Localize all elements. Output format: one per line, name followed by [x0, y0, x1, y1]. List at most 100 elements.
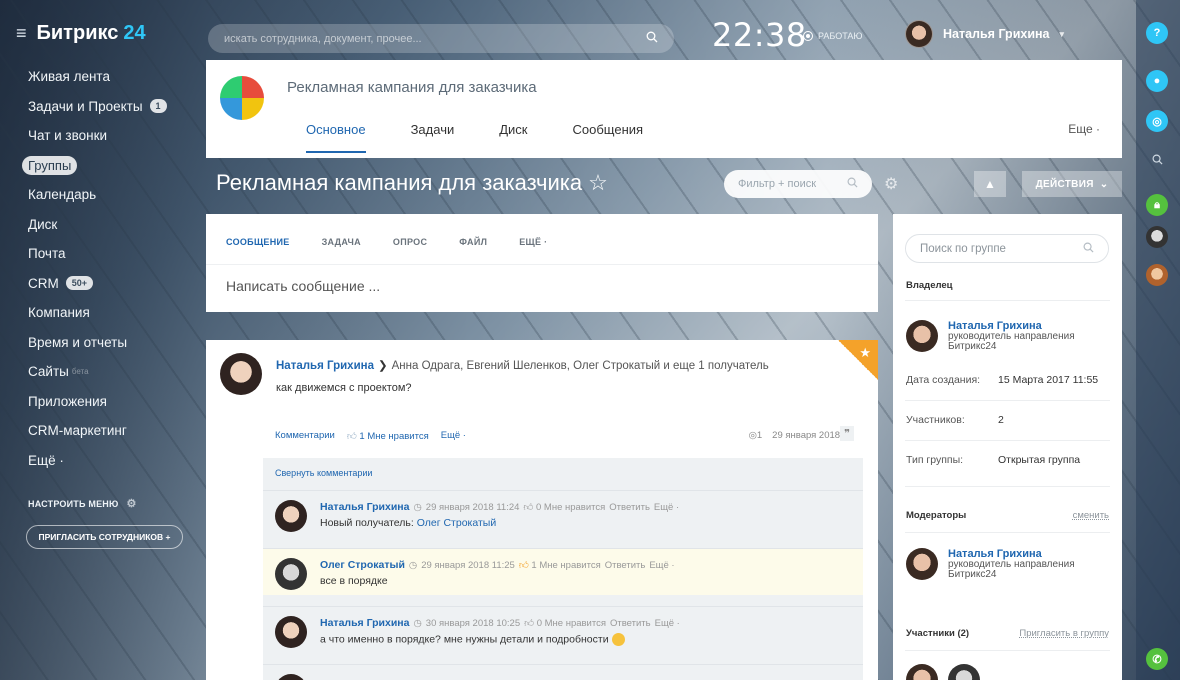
search-icon[interactable] — [1146, 148, 1168, 170]
post-date: 29 января 2018 1 — [772, 430, 848, 441]
like-button[interactable]: 👍︎ 1 Мне нравится — [347, 430, 429, 442]
bell-icon: ▲ — [984, 177, 996, 191]
beta-badge: бета — [71, 367, 89, 377]
avatar[interactable] — [220, 353, 262, 395]
group-title: Рекламная кампания для заказчика — [287, 79, 537, 96]
favorite-corner[interactable] — [838, 340, 878, 380]
avatar[interactable] — [275, 616, 307, 648]
comment-date: 29 января 2018 11:25 — [421, 559, 515, 571]
filter-search-input[interactable]: Фильтр + поиск — [724, 170, 872, 198]
created-row: Дата создания: 15 Марта 2017 11:55 — [906, 374, 1099, 386]
comment-author[interactable]: Олег Строкатый — [320, 559, 405, 571]
more-tabs-button[interactable]: Еще · — [1068, 122, 1100, 136]
change-moderators-link[interactable]: сменить — [1073, 510, 1109, 521]
tab-disk[interactable]: Диск — [499, 122, 527, 153]
quote-icon[interactable]: ❞ — [840, 426, 854, 441]
tab-message[interactable]: СООБЩЕНИЕ — [226, 237, 290, 247]
avatar — [905, 20, 933, 48]
invite-employees-button[interactable]: ПРИГЛАСИТЬ СОТРУДНИКОВ + — [26, 525, 183, 549]
tab-poll[interactable]: ОПРОС — [393, 237, 427, 247]
phone-icon[interactable]: ✆ — [1146, 648, 1168, 670]
avatar[interactable] — [948, 664, 980, 680]
comment-item: Олег Строкатый ◷ 29 января 2018 11:25 👍︎ … — [263, 548, 863, 595]
sidebar-item-sites[interactable]: Сайты бета — [28, 357, 167, 387]
avatar[interactable] — [906, 548, 938, 580]
sidebar-item-time-reports[interactable]: Время и отчеты — [28, 328, 167, 358]
like-button[interactable]: 👍︎ 0 Мне нравится — [524, 617, 606, 629]
tab-task[interactable]: ЗАДАЧА — [322, 237, 361, 247]
status-icon — [803, 31, 813, 41]
notifications-icon[interactable]: ● — [1146, 70, 1168, 92]
tab-main[interactable]: Основное — [306, 122, 366, 153]
divider — [905, 486, 1110, 487]
invite-to-group-link[interactable]: Пригласить в группу — [1019, 628, 1109, 639]
sidebar-item-calendar[interactable]: Календарь — [28, 180, 167, 210]
lock-icon[interactable]: 🔒︎ — [1146, 194, 1168, 216]
sidebar-item-apps[interactable]: Приложения — [28, 387, 167, 417]
feed-post: ★ Наталья Грихина ❯ Анна Одрага, Евгений Ш… — [206, 340, 878, 680]
configure-menu-button[interactable]: НАСТРОИТЬ МЕНЮ ⚙ — [28, 497, 137, 510]
comment-author[interactable]: Наталья Грихина — [320, 501, 409, 513]
more-button[interactable]: Ещё · — [649, 560, 674, 571]
bell-button[interactable]: ▲ — [974, 171, 1006, 197]
moderator-card: Наталья Грихина руководитель направления… — [906, 548, 1093, 580]
comments-link[interactable]: Комментарии — [275, 430, 335, 442]
avatar[interactable] — [275, 674, 307, 680]
group-search-input[interactable]: Поиск по группе — [905, 234, 1109, 263]
logo[interactable]: ≡ Битрикс 24 — [16, 22, 146, 45]
thumbs-up-icon: 👍︎ — [524, 618, 535, 629]
sidebar-item-crm-marketing[interactable]: CRM-маркетинг — [28, 416, 167, 446]
divider — [905, 650, 1110, 651]
sidebar-item-feed[interactable]: Живая лента — [28, 62, 167, 92]
tab-more[interactable]: ЕЩЁ · — [519, 237, 547, 247]
mention-link[interactable]: Олег Строкатый — [417, 517, 497, 529]
more-button[interactable]: Ещё · — [655, 618, 680, 629]
sidebar-item-tasks[interactable]: Задачи и Проекты 1 — [28, 92, 167, 122]
smile-icon — [611, 633, 625, 646]
user-name: Наталья Грихина — [943, 27, 1050, 41]
avatar[interactable] — [1146, 226, 1168, 248]
avatar[interactable] — [275, 558, 307, 590]
post-author[interactable]: Наталья Грихина — [276, 360, 374, 372]
sidebar-item-crm[interactable]: CRM 50+ — [28, 269, 167, 299]
clock[interactable]: 22:38 — [712, 16, 807, 54]
participants-label: Участники (2) — [906, 628, 970, 639]
sidebar-item-company[interactable]: Компания — [28, 298, 167, 328]
message-input[interactable]: Написать сообщение ... — [226, 278, 380, 294]
sidebar-item-groups[interactable]: Группы — [22, 151, 167, 181]
post-form-tabs: СООБЩЕНИЕ ЗАДАЧА ОПРОС ФАЙЛ ЕЩЁ · — [226, 237, 547, 247]
work-status[interactable]: РАБОТАЮ — [803, 31, 863, 41]
reply-button[interactable]: Ответить — [605, 560, 646, 571]
tab-messages[interactable]: Сообщения — [573, 122, 644, 153]
chat-icon[interactable]: ◎ — [1146, 110, 1168, 132]
sidebar-item-mail[interactable]: Почта — [28, 239, 167, 269]
menu-burger-icon[interactable]: ≡ — [16, 23, 27, 44]
like-button[interactable]: 👍︎ 0 Мне нравится — [523, 501, 605, 513]
global-search-input[interactable]: искать сотрудника, документ, прочее... — [208, 24, 674, 53]
more-button[interactable]: Ещё · — [654, 502, 679, 513]
avatar[interactable] — [275, 500, 307, 532]
sidebar-item-chat[interactable]: Чат и звонки — [28, 121, 167, 151]
more-button[interactable]: Ещё · — [441, 430, 466, 442]
chevron-down-icon: ⌄ — [1099, 178, 1109, 190]
post-form: СООБЩЕНИЕ ЗАДАЧА ОПРОС ФАЙЛ ЕЩЁ · Написа… — [206, 214, 878, 312]
sidebar-item-disk[interactable]: Диск — [28, 210, 167, 240]
comment-author[interactable]: Наталья Грихина — [320, 617, 409, 629]
post-recipients[interactable]: Анна Одрага, Евгений Шеленков, Олег Стро… — [392, 360, 769, 372]
reply-button[interactable]: Ответить — [610, 618, 651, 629]
help-icon[interactable]: ? — [1146, 22, 1168, 44]
avatar[interactable] — [1146, 264, 1168, 286]
user-menu[interactable]: Наталья Грихина ▾ — [905, 20, 1064, 48]
group-avatar[interactable] — [220, 76, 264, 120]
avatar[interactable] — [906, 320, 938, 352]
sidebar-item-more[interactable]: Ещё · — [28, 446, 167, 476]
gear-icon[interactable]: ⚙ — [884, 174, 898, 194]
avatar[interactable] — [906, 664, 938, 680]
collapse-comments-link[interactable]: Свернуть комментарии — [275, 468, 372, 478]
thumbs-up-icon: 👍︎ — [518, 560, 529, 571]
tab-tasks[interactable]: Задачи — [411, 122, 455, 153]
actions-button[interactable]: ДЕЙСТВИЯ ⌄ — [1022, 171, 1122, 197]
tab-file[interactable]: ФАЙЛ — [459, 237, 487, 247]
like-button[interactable]: 👍︎ 1 Мне нравится — [519, 559, 601, 571]
reply-button[interactable]: Ответить — [609, 502, 650, 513]
